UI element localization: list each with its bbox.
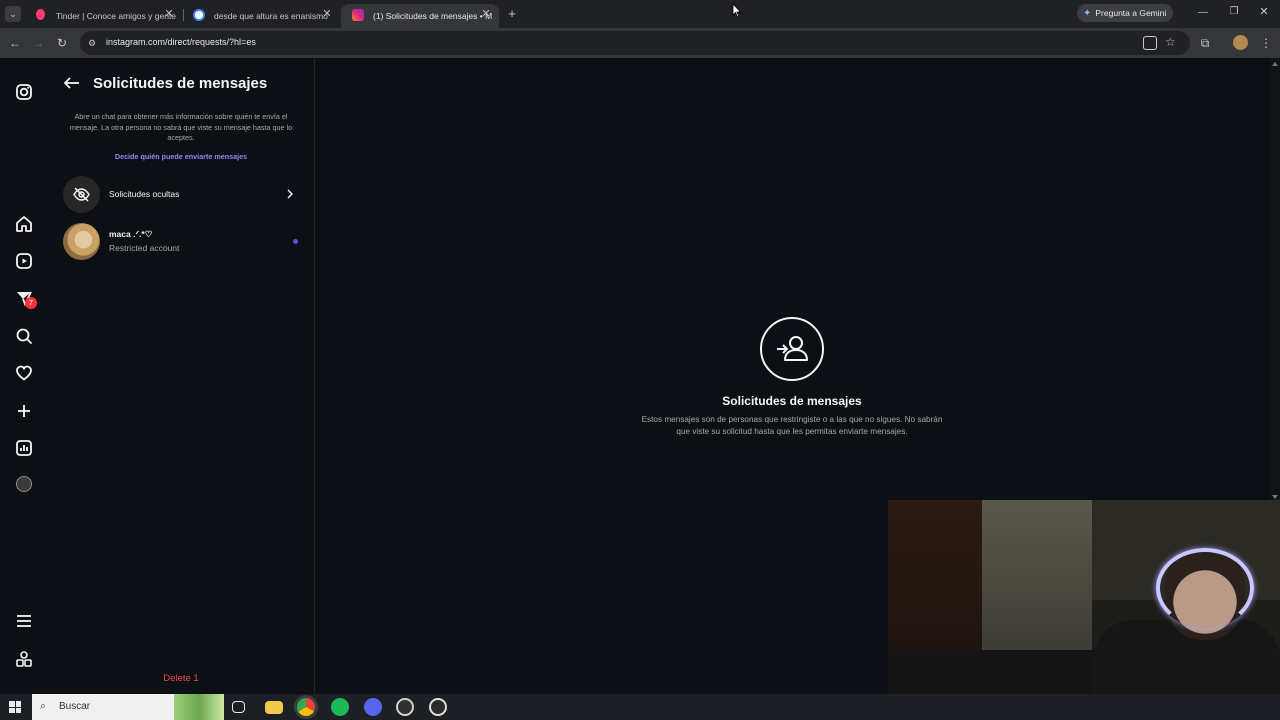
scroll-up-arrow-icon[interactable] — [1272, 62, 1278, 66]
instagram-favicon-icon — [352, 9, 364, 21]
windows-start-icon[interactable] — [9, 701, 21, 713]
chrome-icon[interactable] — [297, 698, 315, 716]
taskbar-search-placeholder: Buscar — [59, 701, 91, 712]
message-requests-panel: Solicitudes de mensajes Abre un chat par… — [48, 58, 315, 694]
close-icon[interactable]: ✕ — [320, 7, 334, 20]
back-arrow-icon[interactable]: ← — [6, 34, 24, 52]
panel-title: Solicitudes de mensajes — [93, 75, 268, 92]
tinder-favicon-icon — [36, 9, 45, 20]
empty-state-title: Solicitudes de mensajes — [722, 394, 862, 408]
scroll-down-arrow-icon[interactable] — [1272, 495, 1278, 499]
panel-description: Abre un chat para obtener más informació… — [69, 112, 293, 142]
empty-state-body: Estos mensajes son de personas que restr… — [641, 415, 943, 436]
dashboard-icon[interactable] — [14, 438, 34, 458]
new-tab-button[interactable]: + — [505, 6, 519, 22]
browser-tab-bar: ⌄ Tinder | Conoce amigos y gente ✕ desde… — [0, 0, 1280, 28]
profile-avatar-icon[interactable] — [16, 476, 32, 492]
avatar — [63, 223, 100, 260]
mouse-cursor-icon — [732, 3, 742, 18]
media-player-icon[interactable] — [429, 698, 447, 716]
google-favicon-icon — [193, 9, 205, 21]
webcam-wall — [982, 500, 1092, 660]
close-window-button[interactable]: ✕ — [1257, 5, 1271, 19]
hidden-icon-circle — [63, 176, 100, 213]
discord-icon[interactable] — [364, 698, 382, 716]
minimize-window-button[interactable]: — — [1196, 7, 1210, 19]
search-highlight-image — [174, 694, 224, 720]
profile-avatar[interactable] — [1233, 35, 1248, 50]
heart-icon[interactable] — [14, 363, 34, 383]
tab-search-button[interactable]: ⌄ — [5, 6, 21, 22]
taskbar-search-box[interactable]: ⌕ Buscar — [32, 694, 224, 720]
menu-icon[interactable] — [14, 611, 34, 631]
request-status: Restricted account — [109, 243, 180, 253]
add-person-icon-circle — [760, 317, 824, 381]
unread-dot — [293, 239, 298, 244]
reels-icon[interactable] — [14, 251, 34, 271]
install-app-icon[interactable] — [1143, 36, 1157, 50]
chevron-right-icon — [287, 189, 293, 199]
bookmark-star-icon[interactable]: ☆ — [1165, 35, 1176, 49]
create-plus-icon[interactable] — [14, 401, 34, 421]
hidden-requests-row[interactable]: Solicitudes ocultas — [63, 175, 303, 213]
request-username: maca .ᐟ.*♡ — [109, 229, 153, 239]
restore-window-button[interactable]: ❐ — [1227, 6, 1241, 20]
browser-toolbar: ← → ↻ ⚙ instagram.com/direct/requests/?h… — [0, 28, 1280, 58]
obs-icon[interactable] — [396, 698, 414, 716]
file-explorer-icon[interactable] — [265, 701, 283, 714]
spotify-icon[interactable] — [331, 698, 349, 716]
search-icon: ⌕ — [40, 700, 47, 712]
url-text[interactable]: instagram.com/direct/requests/?hl=es — [106, 37, 256, 47]
more-apps-icon[interactable] — [14, 649, 34, 669]
close-icon[interactable]: ✕ — [162, 7, 176, 20]
person-request-icon — [777, 336, 808, 361]
delete-requests-button[interactable]: Delete 1 — [48, 673, 314, 684]
back-arrow-icon[interactable] — [62, 75, 82, 91]
home-icon[interactable] — [14, 214, 34, 234]
windows-taskbar: ⌕ Buscar — [0, 694, 1280, 720]
reload-icon[interactable]: ↻ — [53, 34, 71, 52]
close-icon[interactable]: ✕ — [479, 7, 493, 20]
message-request-item[interactable]: maca .ᐟ.*♡ Restricted account — [63, 223, 303, 261]
tab-instagram-requests[interactable]: (1) Solicitudes de mensajes • M ✕ — [341, 4, 499, 28]
forward-arrow-icon[interactable]: → — [29, 34, 47, 52]
hidden-requests-label: Solicitudes ocultas — [109, 189, 180, 199]
instagram-logo-icon[interactable] — [14, 82, 34, 102]
messages-unread-badge: 7 — [25, 297, 37, 309]
gemini-label: Pregunta a Gemini — [1095, 8, 1167, 18]
task-view-icon[interactable] — [232, 701, 245, 713]
browser-menu-icon[interactable]: ⋮ — [1257, 34, 1275, 52]
eye-off-icon — [73, 187, 90, 202]
search-icon[interactable] — [14, 326, 34, 346]
extensions-icon[interactable]: ⧉ — [1196, 34, 1214, 52]
webcam-headphones — [1156, 548, 1254, 628]
tab-tinder[interactable]: Tinder | Conoce amigos y gente ✕ — [24, 4, 182, 28]
decide-who-can-message-link[interactable]: Decide quién puede enviarte mensajes — [64, 152, 298, 161]
gemini-button[interactable]: ✦ Pregunta a Gemini — [1077, 4, 1173, 22]
instagram-nav-rail: 7 — [0, 58, 48, 694]
site-info-icon[interactable]: ⚙ — [88, 37, 100, 49]
address-bar[interactable]: ⚙ instagram.com/direct/requests/?hl=es ☆ — [80, 31, 1190, 55]
tab-google-search[interactable]: desde que altura es enanismo ✕ — [182, 4, 340, 28]
gemini-sparkle-icon: ✦ — [1083, 7, 1092, 19]
webcam-overlay — [888, 500, 1280, 694]
